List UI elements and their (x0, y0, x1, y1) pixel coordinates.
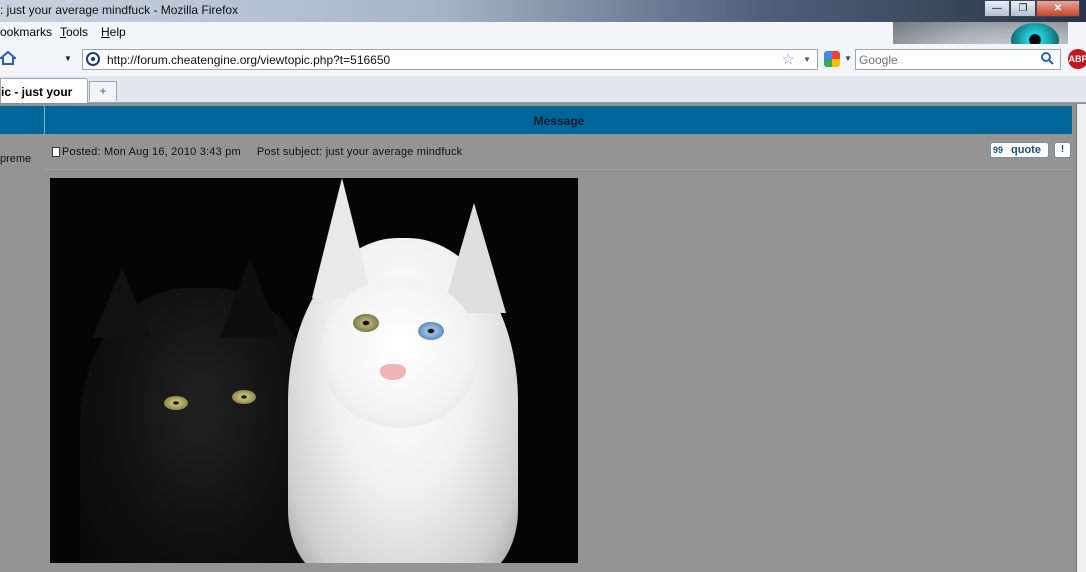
history-dropdown-icon[interactable]: ▼ (64, 54, 72, 63)
author-column-header (0, 106, 45, 134)
post-icon (52, 147, 60, 157)
navigation-toolbar: ▼ http://forum.cheatengine.org/viewtopic… (0, 44, 1086, 76)
menu-bookmarks[interactable]: ookmarks (0, 25, 52, 39)
url-dropdown-icon[interactable]: ▼ (803, 55, 811, 64)
white-cat-eye-left (353, 314, 379, 332)
window-title: : just your average mindfuck - Mozilla F… (0, 3, 239, 17)
site-favicon (85, 51, 101, 67)
white-cat-ear-left (312, 178, 372, 298)
message-column-header: Message (533, 114, 585, 128)
menu-help[interactable]: Help (101, 25, 126, 39)
search-input[interactable] (859, 52, 1029, 67)
quote-label: quote (1011, 144, 1041, 156)
vertical-scrollbar[interactable] (1076, 104, 1086, 572)
restore-button[interactable]: ❐ (1010, 0, 1036, 17)
forum-table-header: Message (0, 106, 1072, 134)
menu-help-label: elp (109, 25, 126, 39)
tab-label: ic - just your (1, 85, 73, 99)
white-cat-nose (380, 364, 406, 380)
post-subject: Post subject: just your average mindfuck (256, 146, 463, 158)
search-engine-dropdown-icon: ▼ (844, 54, 852, 63)
post-divider (46, 169, 1072, 170)
black-cat-eye-right (232, 390, 256, 404)
black-cat-eye-left (164, 396, 188, 410)
adblock-icon[interactable]: ABP (1068, 49, 1086, 69)
search-bar[interactable] (855, 49, 1061, 70)
tab-bar: ic - just your + (0, 76, 1086, 103)
home-icon[interactable] (0, 50, 18, 68)
white-cat-face (320, 278, 480, 428)
black-cat-ear-right (220, 258, 280, 338)
window-titlebar: : just your average mindfuck - Mozilla F… (0, 0, 1086, 22)
quote-bubble-icon: 99 (993, 145, 1004, 155)
menu-tools[interactable]: Tools (60, 25, 88, 39)
post-meta: Posted: Mon Aug 16, 2010 3:43 pm Post sub… (62, 146, 462, 158)
window-controls: — ❐ ✕ (984, 0, 1080, 17)
white-cat-eye-right (418, 322, 444, 340)
minimize-button[interactable]: — (984, 0, 1010, 17)
quote-button[interactable]: 99 quote (990, 142, 1049, 158)
url-text[interactable]: http://forum.cheatengine.org/viewtopic.p… (107, 53, 390, 67)
tab-active[interactable]: ic - just your (0, 78, 88, 103)
close-button[interactable]: ✕ (1036, 0, 1080, 17)
post-image-two-cats (50, 178, 578, 563)
url-bar[interactable]: http://forum.cheatengine.org/viewtopic.p… (82, 49, 818, 70)
black-cat-ear-left (92, 268, 152, 338)
ip-info-button[interactable]: ! (1054, 142, 1071, 158)
search-engine-selector[interactable]: ▼ (824, 51, 854, 69)
post-date: Posted: Mon Aug 16, 2010 3:43 pm (62, 146, 241, 158)
author-rank: preme (0, 153, 32, 165)
new-tab-button[interactable]: + (89, 81, 117, 101)
google-icon (824, 51, 840, 67)
page-content: Message preme Posted: Mon Aug 16, 2010 3… (0, 104, 1076, 572)
menu-help-accel: H (101, 25, 110, 39)
bookmark-star-icon[interactable]: ☆ (782, 50, 795, 68)
menu-tools-label: ools (66, 25, 89, 39)
magnifier-icon[interactable] (1040, 51, 1054, 68)
